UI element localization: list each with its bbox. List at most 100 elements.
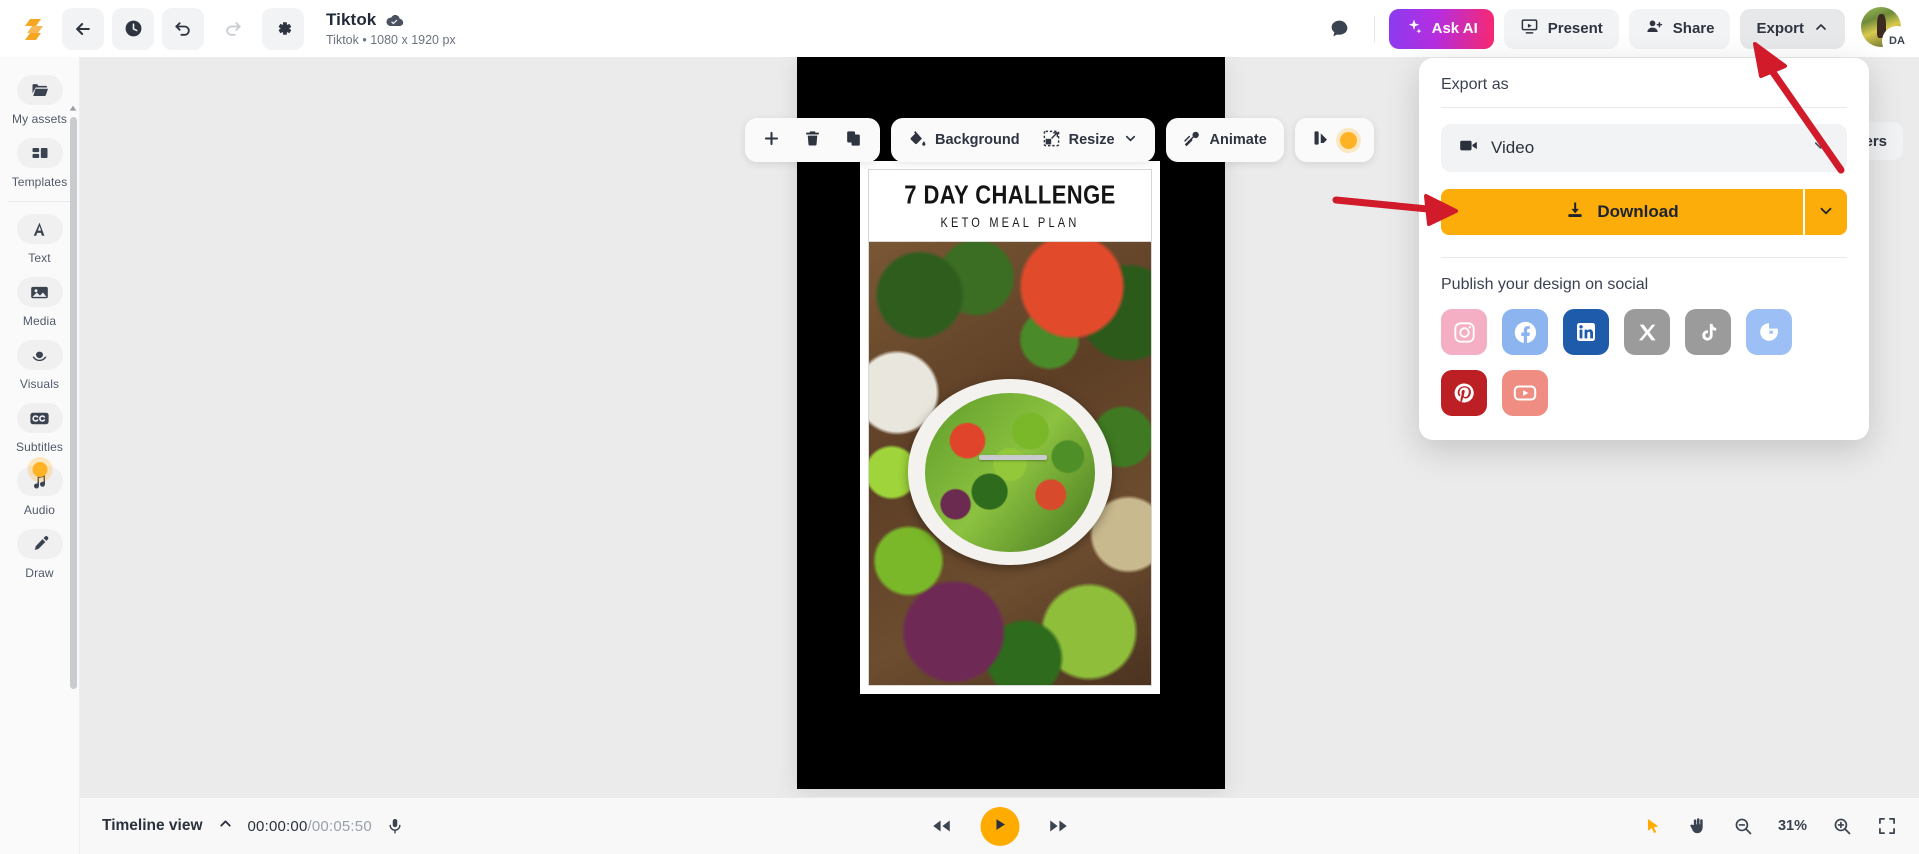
keto-salad-flatlay-photo[interactable] bbox=[869, 242, 1151, 685]
fast-forward-icon[interactable] bbox=[1047, 815, 1069, 837]
undo-button[interactable] bbox=[162, 7, 204, 50]
history-button[interactable] bbox=[112, 7, 154, 50]
design-title: 7 DAY CHALLENGE bbox=[904, 179, 1116, 210]
chevron-up-icon[interactable] bbox=[217, 815, 234, 837]
transport-controls bbox=[930, 806, 1069, 846]
text-a-icon bbox=[16, 214, 63, 244]
facebook-icon[interactable] bbox=[1502, 309, 1548, 355]
sidebar-item-subtitles[interactable]: Subtitles bbox=[1, 397, 79, 458]
chevron-down-icon bbox=[1811, 136, 1830, 160]
sidebar-label-text: Text bbox=[28, 251, 51, 265]
trash-icon bbox=[803, 129, 822, 152]
document-title[interactable]: Tiktok bbox=[326, 10, 376, 30]
microphone-icon[interactable] bbox=[386, 817, 404, 835]
background-resize-group: Background Resize bbox=[891, 118, 1155, 162]
user-avatar-wrap[interactable]: DA bbox=[1861, 6, 1910, 54]
add-element-button[interactable] bbox=[753, 123, 790, 157]
ask-ai-label: Ask AI bbox=[1431, 20, 1478, 37]
canvas-tools: 31% bbox=[1644, 816, 1897, 836]
magnifier-plus-icon[interactable] bbox=[1832, 816, 1852, 836]
animate-icon bbox=[1183, 129, 1202, 152]
document-subtitle: Tiktok • 1080 x 1920 px bbox=[326, 33, 456, 47]
back-button[interactable] bbox=[62, 7, 104, 50]
google-icon[interactable] bbox=[1746, 309, 1792, 355]
left-sidebar: My assets Templates Text Media Visuals S… bbox=[0, 57, 80, 854]
element-actions-group bbox=[745, 118, 880, 162]
export-format-select[interactable]: Video bbox=[1441, 124, 1847, 172]
present-button[interactable]: Present bbox=[1503, 8, 1619, 49]
download-options-button[interactable] bbox=[1803, 189, 1847, 235]
cloud-saved-icon bbox=[385, 11, 404, 30]
sidebar-item-draw[interactable]: Draw bbox=[1, 523, 79, 584]
ask-ai-button[interactable]: Ask AI bbox=[1388, 8, 1494, 49]
pinterest-icon[interactable] bbox=[1441, 370, 1487, 416]
chevron-down-icon bbox=[1123, 131, 1138, 150]
settings-button[interactable] bbox=[262, 7, 304, 50]
sidebar-divider bbox=[7, 201, 72, 202]
export-button[interactable]: Export bbox=[1740, 8, 1845, 49]
download-icon bbox=[1565, 200, 1585, 225]
duplicate-element-button[interactable] bbox=[835, 123, 872, 157]
download-label: Download bbox=[1597, 202, 1679, 221]
play-button[interactable] bbox=[980, 806, 1019, 846]
sidebar-scroll-up-arrow[interactable] bbox=[68, 101, 78, 111]
redo-button bbox=[212, 8, 254, 50]
sidebar-item-media[interactable]: Media bbox=[1, 271, 79, 332]
chat-bubble-icon[interactable] bbox=[1320, 9, 1360, 49]
styles-button[interactable] bbox=[1303, 123, 1366, 157]
chevron-up-icon bbox=[1813, 19, 1829, 39]
design-subtitle: KETO MEAL PLAN bbox=[940, 215, 1080, 231]
cursor-arrow-icon[interactable] bbox=[1644, 817, 1663, 836]
tiktok-icon[interactable] bbox=[1685, 309, 1731, 355]
linkedin-icon[interactable] bbox=[1563, 309, 1609, 355]
instagram-icon[interactable] bbox=[1441, 309, 1487, 355]
social-networks-grid bbox=[1441, 309, 1841, 416]
rewind-icon[interactable] bbox=[930, 815, 952, 837]
sidebar-label-visuals: Visuals bbox=[19, 377, 60, 391]
export-format-value: Video bbox=[1491, 138, 1535, 157]
design-frame: 7 DAY CHALLENGE KETO MEAL PLAN bbox=[868, 169, 1152, 686]
design-title-block[interactable]: 7 DAY CHALLENGE KETO MEAL PLAN bbox=[869, 170, 1151, 242]
design-slide[interactable]: 7 DAY CHALLENGE KETO MEAL PLAN bbox=[860, 161, 1160, 694]
download-button[interactable]: Download bbox=[1441, 189, 1803, 235]
sidebar-scrollbar[interactable] bbox=[70, 117, 77, 689]
templates-grid-icon bbox=[16, 138, 63, 168]
sidebar-item-text[interactable]: Text bbox=[1, 208, 79, 269]
add-icon bbox=[762, 129, 781, 152]
bottom-timeline-bar: Timeline view 00:00:00/00:05:50 31% bbox=[80, 797, 1919, 854]
current-color-swatch[interactable] bbox=[1339, 131, 1357, 149]
x-twitter-icon[interactable] bbox=[1624, 309, 1670, 355]
timeline-view-label[interactable]: Timeline view bbox=[102, 817, 203, 835]
sidebar-item-visuals[interactable]: Visuals bbox=[1, 334, 79, 395]
export-panel: Export as Video Download Publish your de… bbox=[1419, 58, 1869, 440]
top-actions: Ask AI Present Share Export DA bbox=[1320, 6, 1910, 54]
background-button[interactable]: Background bbox=[899, 123, 1029, 157]
hand-icon[interactable] bbox=[1688, 816, 1708, 836]
youtube-icon[interactable] bbox=[1502, 370, 1548, 416]
publish-social-heading: Publish your design on social bbox=[1441, 276, 1649, 293]
toolbar-divider bbox=[1373, 15, 1375, 42]
color-palette-icon bbox=[1312, 128, 1332, 152]
artboard[interactable]: 7 DAY CHALLENGE KETO MEAL PLAN bbox=[797, 57, 1225, 789]
sidebar-label-draw: Draw bbox=[25, 566, 54, 580]
audio-active-dot bbox=[32, 462, 47, 477]
sidebar-label-audio: Audio bbox=[23, 503, 56, 517]
sidebar-label-my-assets: My assets bbox=[12, 112, 67, 126]
sidebar-item-templates[interactable]: Templates bbox=[1, 132, 79, 193]
sidebar-item-audio[interactable]: Audio bbox=[1, 460, 79, 521]
share-button[interactable]: Share bbox=[1628, 8, 1731, 49]
magnifier-minus-icon[interactable] bbox=[1733, 816, 1753, 836]
resize-button[interactable]: Resize bbox=[1033, 123, 1147, 157]
fullscreen-icon[interactable] bbox=[1877, 816, 1897, 836]
paint-bucket-icon bbox=[908, 129, 927, 152]
delete-element-button[interactable] bbox=[794, 123, 831, 157]
current-time: 00:00:00 bbox=[247, 817, 308, 835]
chevron-down-icon bbox=[1817, 202, 1835, 223]
sidebar-item-my-assets[interactable]: My assets bbox=[1, 69, 79, 130]
animate-button[interactable]: Animate bbox=[1174, 123, 1276, 157]
export-panel-divider-2 bbox=[1441, 257, 1847, 258]
image-icon bbox=[16, 277, 63, 307]
sendsteps-logo[interactable] bbox=[14, 9, 54, 49]
present-screen-icon bbox=[1520, 17, 1539, 40]
sparkle-icon bbox=[1405, 18, 1423, 40]
